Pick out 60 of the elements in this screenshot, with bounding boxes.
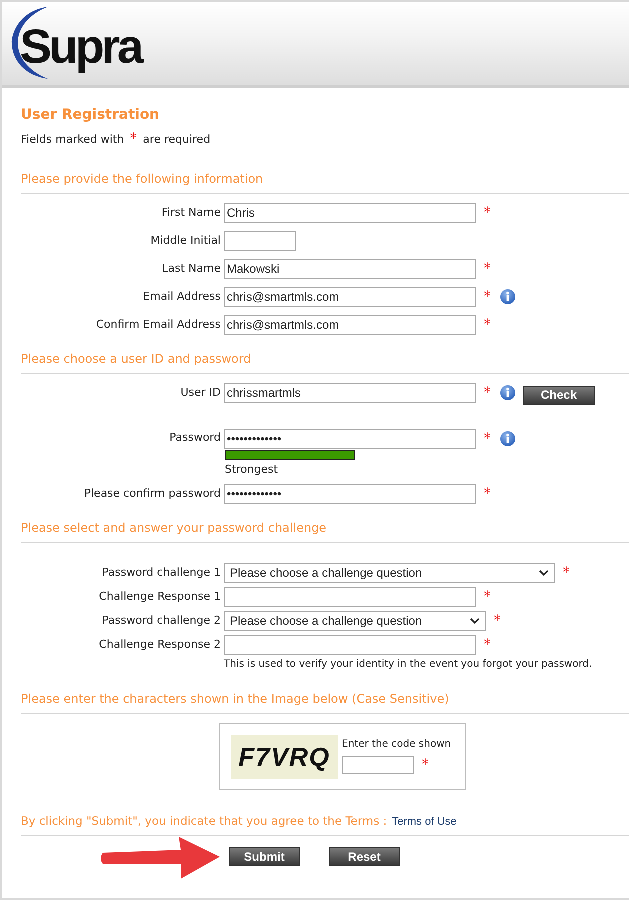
input-field[interactable]: chris@smartmls.com (224, 315, 476, 335)
section-heading: Please enter the characters shown in the Image below (Case Sensitive) (21, 692, 629, 714)
field-label: User ID (180, 385, 222, 401)
help-text: This is used to verify your identity in the event you forgot your password. (224, 659, 592, 670)
field-label: Last Name (161, 261, 222, 277)
required-asterisk: * (130, 132, 138, 146)
input-field[interactable]: chrissmartmls (224, 383, 476, 403)
input-field[interactable] (224, 587, 476, 607)
required-asterisk: * (484, 262, 491, 276)
section-heading: Please choose a user ID and password (21, 352, 629, 374)
reset-button[interactable]: Reset (329, 847, 400, 866)
required-asterisk: * (484, 386, 491, 400)
input-field[interactable]: chris@smartmls.com (224, 287, 476, 307)
required-note: are required (143, 132, 211, 146)
field-label: Password challenge 1 (101, 565, 222, 581)
info-icon[interactable] (500, 431, 516, 447)
input-field[interactable]: ••••••••••••• (224, 484, 476, 504)
required-asterisk: * (494, 614, 501, 628)
input-field[interactable] (224, 231, 296, 251)
required-asterisk: * (484, 318, 491, 332)
submit-button[interactable]: Submit (229, 847, 300, 866)
info-icon[interactable] (500, 385, 516, 401)
input-field[interactable] (224, 635, 476, 655)
field-label: Password (168, 430, 222, 445)
terms-link[interactable]: Terms of Use (392, 816, 457, 828)
required-asterisk: * (484, 487, 491, 501)
section-heading: Please select and answer your password challenge (21, 521, 629, 543)
page-title: User Registration (21, 107, 161, 123)
field-label: First Name (160, 205, 222, 221)
field-label: Challenge Response 2 (98, 637, 222, 653)
chevron-down-icon (539, 570, 549, 576)
input-field[interactable]: Chris (224, 203, 476, 223)
strength-label: Strongest (225, 463, 280, 476)
section-heading: Please provide the following information (21, 172, 629, 194)
field-label: Email Address (142, 289, 222, 305)
captcha-prompt: Enter the code shown (342, 738, 452, 750)
captcha-image: F7VRQ (231, 734, 338, 778)
required-asterisk: * (563, 566, 570, 580)
challenge-dropdown[interactable]: Please choose a challenge question (224, 611, 486, 631)
field-label: Challenge Response 1 (98, 589, 222, 605)
required-asterisk: * (484, 206, 491, 220)
logo[interactable]: Supra (20, 20, 142, 74)
field-label: Password challenge 2 (101, 613, 222, 629)
check-button[interactable]: Check (523, 386, 595, 404)
required-asterisk: * (484, 290, 491, 304)
field-label: Middle Initial (150, 233, 222, 249)
captcha-input[interactable] (342, 756, 414, 774)
required-asterisk: * (484, 432, 491, 446)
info-icon[interactable] (500, 289, 516, 305)
field-label: Please confirm password (83, 486, 222, 502)
chevron-down-icon (470, 618, 480, 624)
required-note: Fields marked with (21, 132, 124, 146)
input-field[interactable]: Makowski (224, 259, 476, 279)
challenge-dropdown[interactable]: Please choose a challenge question (224, 563, 555, 583)
required-asterisk: * (484, 638, 491, 652)
input-field[interactable]: ••••••••••••• (224, 429, 476, 449)
terms-text: By clicking "Submit", you indicate that you agree to the Terms : (21, 814, 388, 828)
field-label: Confirm Email Address (95, 317, 222, 333)
required-asterisk: * (422, 758, 429, 772)
required-asterisk: * (484, 590, 491, 604)
